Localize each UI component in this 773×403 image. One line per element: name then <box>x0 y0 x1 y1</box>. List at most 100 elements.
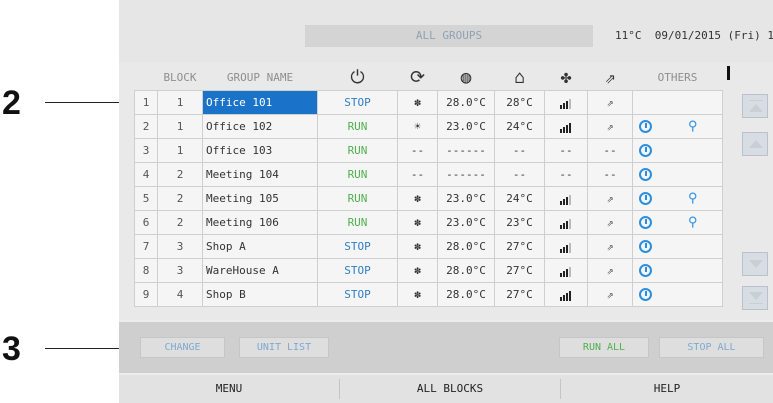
header-power: ⏻ <box>318 66 398 90</box>
row-air-direction: -- <box>587 161 633 187</box>
timer-clock-icon <box>639 192 652 205</box>
row-others <box>632 281 723 307</box>
fan-speed-bars-icon <box>560 288 572 301</box>
row-group-name[interactable]: Shop A <box>202 233 318 259</box>
timer-clock-icon <box>639 239 652 253</box>
row-mode: ✽ <box>397 257 438 283</box>
page-bottom-button[interactable] <box>742 286 768 310</box>
callout-number-3: 3 <box>2 330 21 368</box>
fan-speed-bars-icon <box>560 96 572 109</box>
row-group-name[interactable]: Office 103 <box>202 137 318 163</box>
row-mode: -- <box>397 137 438 163</box>
row-group-name[interactable]: Meeting 105 <box>202 185 318 211</box>
bottom-bar-icon <box>749 303 763 304</box>
timer-clock-icon <box>639 167 652 181</box>
row-index: 4 <box>134 161 158 187</box>
fan-speed-bars-icon <box>560 216 572 229</box>
help-button[interactable]: HELP <box>561 375 773 403</box>
date-time: 09/01/2015 (Fri) 16:1 <box>654 29 773 42</box>
row-group-name[interactable]: Meeting 104 <box>202 161 318 187</box>
menu-button[interactable]: MENU <box>119 375 339 403</box>
timer-clock-icon <box>639 216 652 229</box>
scrollbar[interactable] <box>727 66 731 306</box>
row-group-name[interactable]: Office 101 <box>202 89 318 115</box>
row-mode: ✽ <box>397 185 438 211</box>
row-group-name[interactable]: WareHouse A <box>202 257 318 283</box>
ventilation-icon: ⚲ <box>688 214 698 230</box>
row-mode: ✽ <box>397 89 438 115</box>
outdoor-temperature: 11°C <box>615 29 642 42</box>
row-air-direction: ⇗ <box>587 257 633 283</box>
row-others: ⚲ <box>632 185 723 211</box>
row-group-name[interactable]: Office 102 <box>202 113 318 139</box>
row-block: 1 <box>157 137 203 163</box>
row-block: 3 <box>157 257 203 283</box>
scroll-down-button[interactable] <box>742 252 768 276</box>
timer-clock-icon <box>639 287 652 301</box>
table-row[interactable]: 9 4 Shop B STOP ✽ 28.0°C 27°C ⇗ <box>134 281 723 307</box>
row-block: 4 <box>157 281 203 307</box>
timer-clock-icon <box>639 263 652 277</box>
scroll-up-button[interactable] <box>742 132 768 156</box>
row-status: RUN <box>317 209 398 235</box>
row-index: 2 <box>134 113 158 139</box>
row-room-temp: -- <box>494 137 545 163</box>
table-row[interactable]: 1 1 Office 101 STOP ✽ 28.0°C 28°C ⇗ <box>134 89 723 115</box>
row-fan-speed <box>544 281 588 307</box>
run-all-button[interactable]: RUN ALL <box>559 337 649 358</box>
row-others <box>632 137 723 163</box>
row-fan-speed <box>544 233 588 259</box>
row-air-direction: ⇗ <box>587 281 633 307</box>
row-status: STOP <box>317 233 398 259</box>
table-row[interactable]: 7 3 Shop A STOP ✽ 28.0°C 27°C ⇗ <box>134 233 723 259</box>
row-fan-speed <box>544 209 588 235</box>
timer-clock-icon <box>639 120 652 133</box>
row-mode: ✽ <box>397 233 438 259</box>
row-room-temp: 24°C <box>494 113 545 139</box>
stop-all-button[interactable]: STOP ALL <box>659 337 764 358</box>
callout-number-2: 2 <box>2 84 21 122</box>
row-index: 7 <box>134 233 158 259</box>
page-top-button[interactable] <box>742 94 768 118</box>
row-status: RUN <box>317 161 398 187</box>
table-row[interactable]: 4 2 Meeting 104 RUN -- ------ -- -- -- <box>134 161 723 187</box>
change-button[interactable]: CHANGE <box>140 337 225 358</box>
row-others <box>632 233 723 259</box>
row-setpoint: ------ <box>437 161 495 187</box>
table-header: BLOCK GROUP NAME ⏻ ⟳ ◍ ⌂ ✤ ⇗ OTHERS <box>135 66 723 90</box>
table-row[interactable]: 8 3 WareHouse A STOP ✽ 28.0°C 27°C ⇗ <box>134 257 723 283</box>
row-fan-speed: -- <box>544 161 588 187</box>
row-index: 9 <box>134 281 158 307</box>
table-row[interactable]: 5 2 Meeting 105 RUN ✽ 23.0°C 24°C ⇗ ⚲ <box>134 185 723 211</box>
row-mode: ✽ <box>397 209 438 235</box>
row-fan-speed <box>544 113 588 139</box>
row-air-direction: -- <box>587 137 633 163</box>
status-info: 11°C 09/01/2015 (Fri) 16:1 <box>615 25 773 47</box>
row-air-direction: ⇗ <box>587 89 633 115</box>
row-room-temp: 27°C <box>494 257 545 283</box>
air-direction-icon: ⇗ <box>604 66 616 88</box>
table-row[interactable]: 3 1 Office 103 RUN -- ------ -- -- -- <box>134 137 723 163</box>
table-row[interactable]: 2 1 Office 102 RUN ☀ 23.0°C 24°C ⇗ ⚲ <box>134 113 723 139</box>
up-arrow-icon <box>749 140 763 148</box>
all-blocks-button[interactable]: ALL BLOCKS <box>340 375 560 403</box>
row-air-direction: ⇗ <box>587 209 633 235</box>
row-setpoint: 23.0°C <box>437 209 495 235</box>
row-block: 2 <box>157 209 203 235</box>
table-row[interactable]: 6 2 Meeting 106 RUN ✽ 23.0°C 23°C ⇗ ⚲ <box>134 209 723 235</box>
row-group-name[interactable]: Shop B <box>202 281 318 307</box>
unit-list-button[interactable]: UNIT LIST <box>239 337 329 358</box>
controller-screen: ALL GROUPS 11°C 09/01/2015 (Fri) 16:1 BL… <box>119 0 773 403</box>
header-mode: ⟳ <box>398 66 438 90</box>
row-setpoint: 28.0°C <box>437 257 495 283</box>
fan-speed-icon: ✤ <box>560 66 572 88</box>
header-index <box>135 66 158 90</box>
scroll-thumb[interactable] <box>727 66 730 80</box>
row-block: 2 <box>157 161 203 187</box>
row-group-name[interactable]: Meeting 106 <box>202 209 318 235</box>
row-index: 5 <box>134 185 158 211</box>
row-room-temp: 24°C <box>494 185 545 211</box>
header-fan-speed: ✤ <box>545 66 588 90</box>
power-icon: ⏻ <box>350 66 365 88</box>
row-room-temp: 27°C <box>494 233 545 259</box>
